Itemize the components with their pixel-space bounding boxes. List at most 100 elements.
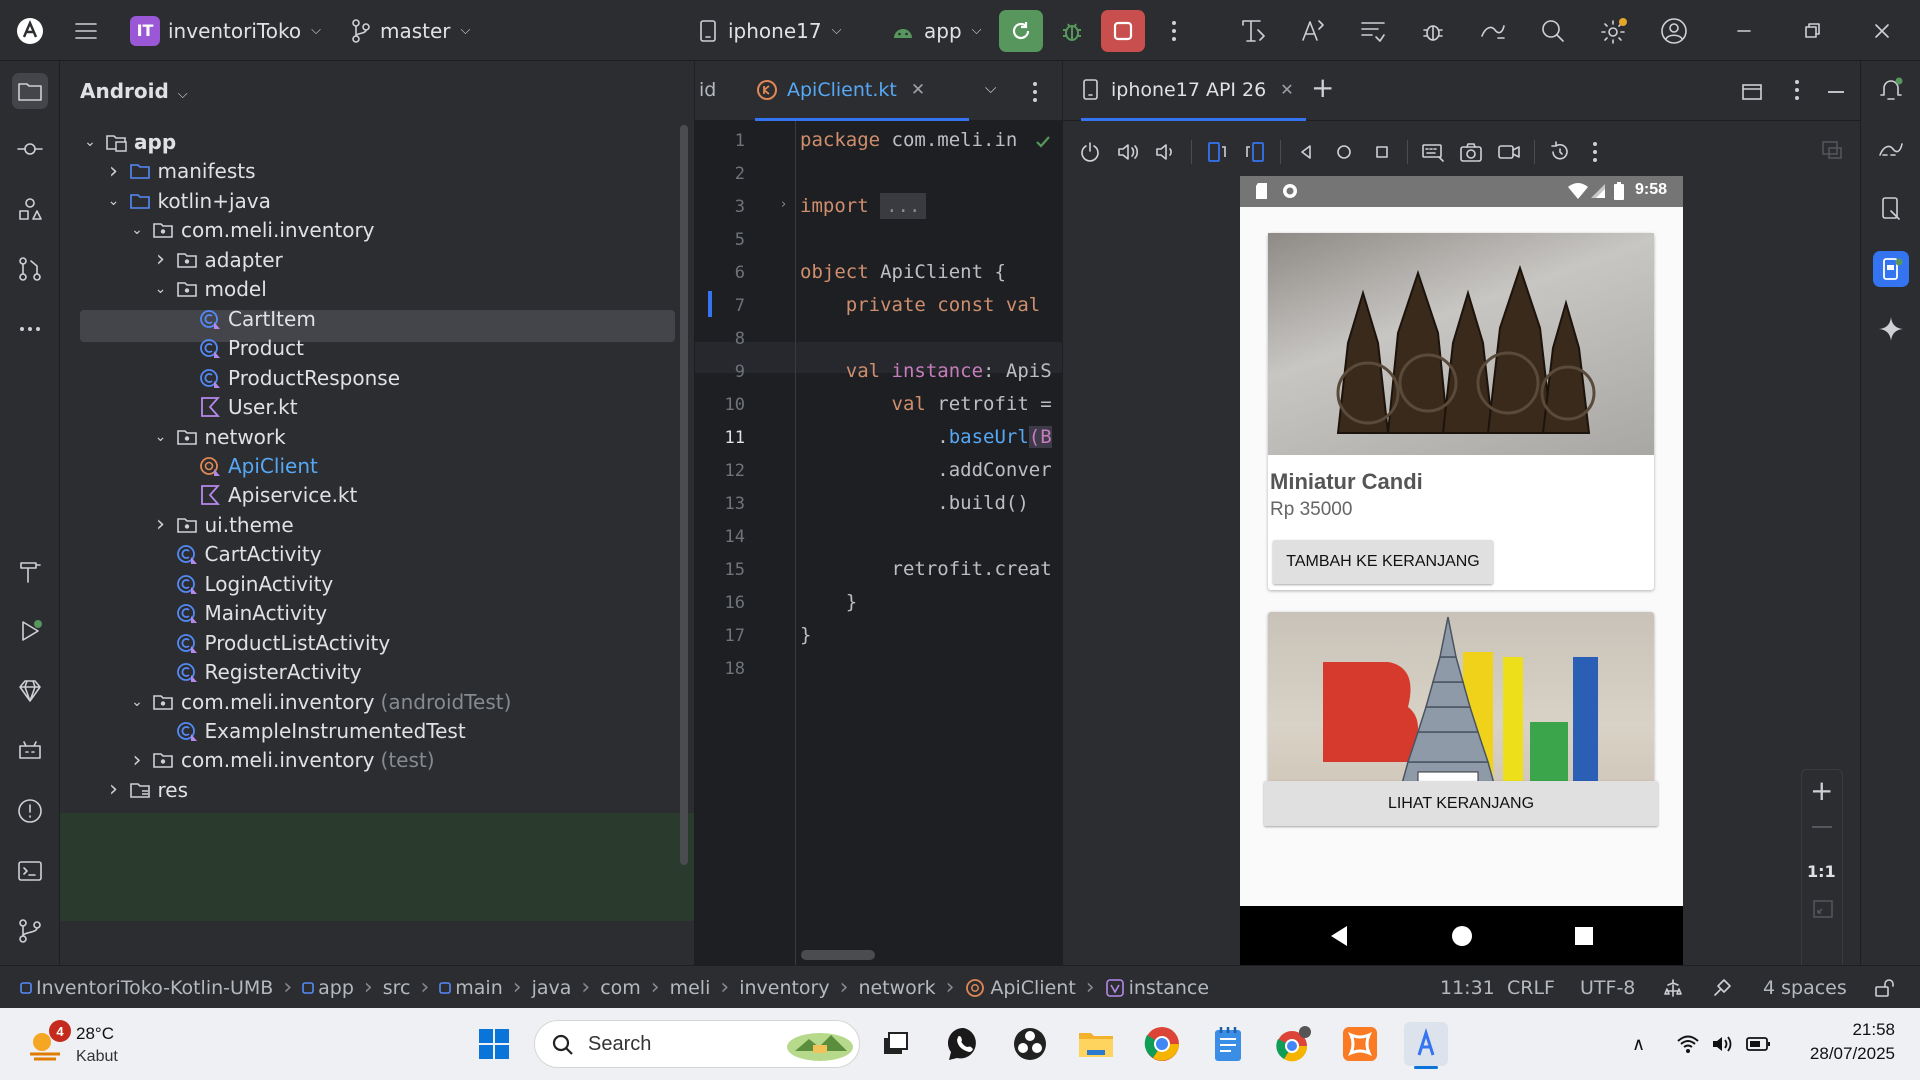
app-inspection-icon[interactable] [12,733,48,769]
gradle-icon[interactable] [1873,131,1909,167]
record-video-icon[interactable] [1496,139,1522,165]
power-icon[interactable] [1077,139,1103,165]
restore-window-icon[interactable] [1800,0,1824,61]
logcat-icon[interactable] [1358,0,1388,61]
inspection-ok-check-icon[interactable] [1033,132,1053,152]
close-window-icon[interactable] [1870,0,1894,61]
code-line-6[interactable]: object ApiClient { [800,261,1006,283]
code-line-15[interactable]: retrofit.creat [800,558,1052,580]
editor-tab-apiclient[interactable]: ApiClient.kt ✕ [755,61,969,121]
zoom-out-minus-icon[interactable] [1812,826,1832,828]
breadcrumb-item[interactable]: java [532,977,572,999]
stop-button[interactable] [1101,10,1145,52]
breadcrumb-item[interactable]: network [858,977,935,999]
chevron-down-icon[interactable]: ⌄ [80,134,100,150]
xampp-icon[interactable] [1338,1022,1382,1066]
emulator-screen[interactable]: 9:58 Miniatur Candi Rp 35000 TAMBAH KE K… [1240,176,1683,965]
breadcrumb-item[interactable]: InventoriToko-Kotlin-UMB [20,977,273,999]
run-tool-icon[interactable] [12,613,48,649]
add-device-plus-icon[interactable]: + [1311,71,1334,104]
breadcrumb-item[interactable]: inventory [739,977,829,999]
project-folder-icon[interactable] [12,73,48,109]
volume-down-icon[interactable] [1153,139,1179,165]
account-avatar-icon[interactable] [1658,0,1690,61]
main-menu-icon[interactable] [72,0,100,61]
editor-tab-previous[interactable]: id [699,79,716,101]
chevron-down-icon[interactable]: ⌄ [151,429,171,445]
device-manager-icon[interactable] [1238,0,1268,61]
file-encoding[interactable]: UTF-8 [1580,966,1635,1009]
snapshot-restore-icon[interactable] [1547,139,1573,165]
taskbar-search-box[interactable]: Search [534,1020,860,1068]
close-tab-icon[interactable]: ✕ [911,80,925,100]
overview-icon[interactable] [1369,139,1395,165]
build-hammer-icon[interactable] [12,553,48,589]
code-line-17[interactable]: } [800,624,811,646]
terminal-icon[interactable] [12,853,48,889]
cursor-position[interactable]: 11:31 [1440,966,1495,1009]
more-actions-icon[interactable] [1164,0,1184,61]
screenshot-camera-icon[interactable] [1458,139,1484,165]
breadcrumb-item[interactable]: app [302,977,354,999]
android-studio-logo-icon[interactable] [14,0,46,61]
panel-options-icon[interactable] [1787,77,1807,103]
add-to-cart-button[interactable]: TAMBAH KE KERANJANG [1273,540,1493,584]
code-line-7[interactable]: private const val [800,294,1040,316]
gemini-gem-icon[interactable] [12,673,48,709]
more-tools-icon[interactable] [12,311,48,347]
breadcrumb-item[interactable]: meli [670,977,711,999]
code-line-11[interactable]: .baseUrl(B [800,426,1052,448]
emulator-device-tab[interactable]: iphone17 API 26 ✕ [1081,61,1306,121]
rotate-left-icon[interactable] [1204,139,1230,165]
whatsapp-icon[interactable] [942,1022,986,1066]
tray-date[interactable]: 28/07/2025 [1795,1044,1895,1064]
version-control-icon[interactable] [12,913,48,949]
project-switcher[interactable]: IT inventoriToko ⌵ [130,0,321,61]
search-icon[interactable] [1538,0,1568,61]
hector-inspection-icon[interactable] [1710,966,1734,1009]
chevron-down-icon[interactable]: ⌄ [127,222,147,238]
file-explorer-icon[interactable] [1074,1022,1118,1066]
chrome-icon[interactable] [1140,1022,1184,1066]
commit-icon[interactable] [12,131,48,167]
weather-widget[interactable]: 4 28°C Kabut [20,1020,180,1070]
code-line-12[interactable]: .addConver [800,459,1051,481]
home-icon[interactable] [1331,139,1357,165]
tray-wifi-icon[interactable] [1676,1034,1700,1054]
view-cart-button[interactable]: LIHAT KERANJANG [1264,781,1658,826]
chevron-right-icon[interactable]: › [104,159,124,184]
run-config-selector[interactable]: app ⌵ [890,0,982,61]
chevron-right-icon[interactable]: › [104,777,124,802]
sync-gradle-icon[interactable] [1478,0,1508,61]
problems-icon[interactable] [12,793,48,829]
task-view-icon[interactable] [874,1022,918,1066]
code-line-10[interactable]: val retrofit = [800,393,1052,415]
nav-recents-icon[interactable] [1573,925,1595,947]
editor-options-icon[interactable] [1025,79,1045,105]
chevron-down-icon[interactable]: ⌄ [151,281,171,297]
breadcrumb-item[interactable]: src [383,977,411,999]
branch-switcher[interactable]: master ⌵ [350,0,470,61]
tree-item[interactable]: › res [60,772,680,808]
chevron-down-icon[interactable]: ⌄ [127,694,147,710]
breadcrumb-item[interactable]: instance [1105,977,1209,999]
obs-studio-icon[interactable] [1008,1022,1052,1066]
line-separator[interactable]: CRLF [1507,966,1555,1009]
pull-requests-icon[interactable] [12,251,48,287]
editor-h-scrollbar[interactable] [801,950,875,960]
tab-list-chevron-icon[interactable]: ⌵ [985,79,996,97]
tray-time[interactable]: 21:58 [1795,1020,1895,1040]
back-icon[interactable] [1293,139,1319,165]
windows-start-icon[interactable] [472,1022,516,1066]
debug-button[interactable] [1050,10,1094,52]
minimize-window-icon[interactable] [1732,0,1756,61]
breadcrumb-item[interactable]: ApiClient [964,977,1076,999]
rerun-button[interactable] [999,10,1043,52]
nav-home-icon[interactable] [1450,924,1474,948]
volume-up-icon[interactable] [1115,139,1141,165]
keyboard-icon[interactable] [1420,139,1446,165]
zoom-fit-icon[interactable] [1812,898,1834,920]
layout-toggle-icon[interactable] [1741,81,1763,103]
tray-volume-icon[interactable] [1710,1033,1736,1055]
chevron-right-icon[interactable]: › [151,512,171,537]
